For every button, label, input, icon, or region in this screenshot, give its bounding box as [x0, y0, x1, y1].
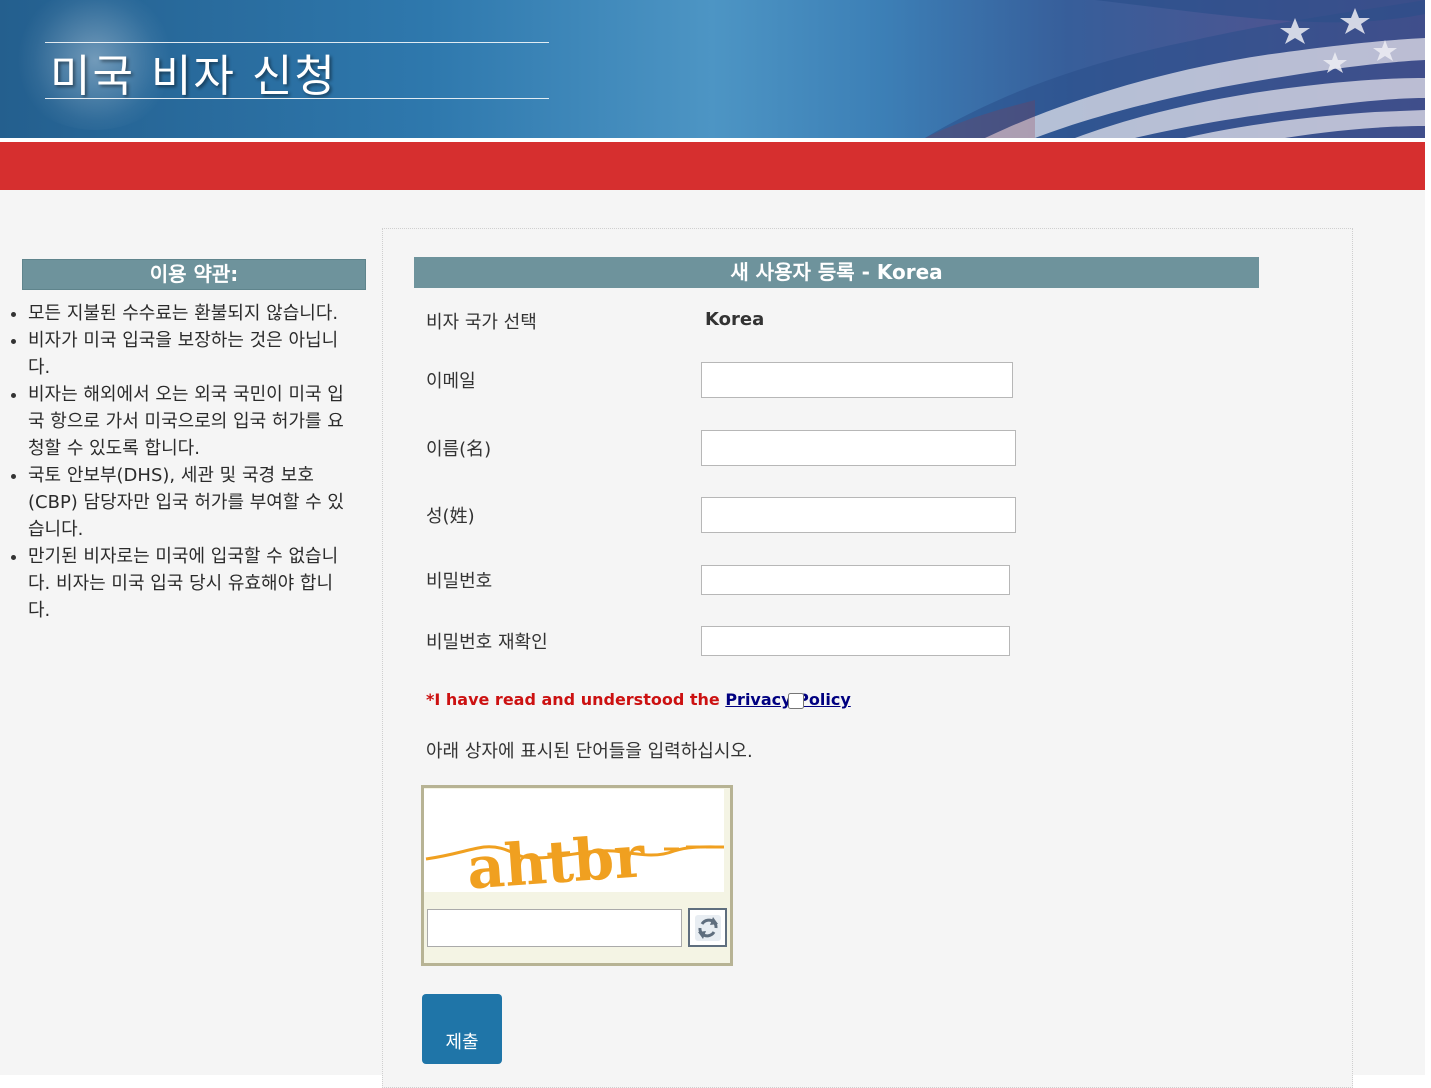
last-name-label: 성(姓): [426, 506, 475, 527]
last-name-field[interactable]: [701, 497, 1016, 533]
terms-item: 비자가 미국 입국을 보장하는 것은 아닙니다.: [28, 327, 350, 381]
password-confirm-field[interactable]: [701, 626, 1010, 656]
registration-heading: 새 사용자 등록 - Korea: [414, 257, 1259, 288]
captcha-image: ahtbr: [424, 789, 724, 892]
captcha-instruction: 아래 상자에 표시된 단어들을 입력하십시오.: [426, 741, 753, 762]
terms-item: 만기된 비자로는 미국에 입국할 수 없습니다. 비자는 미국 입국 당시 유효…: [28, 543, 350, 624]
captcha-input[interactable]: [427, 909, 682, 947]
page-title: 미국 비자 신청: [50, 51, 337, 102]
password-field[interactable]: [701, 565, 1010, 595]
email-field[interactable]: [701, 362, 1013, 398]
captcha-text: ahtbr: [465, 822, 648, 892]
country-value: Korea: [705, 309, 765, 330]
flag-image: [865, 0, 1425, 138]
email-label: 이메일: [426, 371, 476, 392]
submit-button[interactable]: 제출: [422, 994, 502, 1064]
title-bottom-rule: [45, 98, 549, 99]
terms-item: 모든 지불된 수수료는 환불되지 않습니다.: [28, 300, 350, 327]
privacy-checkbox[interactable]: [788, 693, 804, 709]
terms-heading: 이용 약관:: [22, 259, 366, 290]
terms-item: 비자는 해외에서 오는 외국 국민이 미국 입국 항으로 가서 미국으로의 입국…: [28, 381, 350, 462]
header-banner: 미국 비자 신청: [0, 0, 1425, 138]
refresh-icon: [694, 914, 721, 941]
page: 미국 비자 신청 이용 약관: 모든 지불된 수수료는 환불되지 않습니다. 비…: [0, 0, 1425, 1088]
privacy-prefix: *I have read and understood the: [426, 690, 726, 709]
first-name-label: 이름(名): [426, 439, 492, 460]
terms-list: 모든 지불된 수수료는 환불되지 않습니다. 비자가 미국 입국을 보장하는 것…: [0, 300, 350, 624]
password-confirm-label: 비밀번호 재확인: [426, 632, 548, 653]
password-label: 비밀번호: [426, 571, 493, 592]
terms-item: 국토 안보부(DHS), 세관 및 국경 보호(CBP) 담당자만 입국 허가를…: [28, 462, 350, 543]
first-name-field[interactable]: [701, 430, 1016, 466]
country-label: 비자 국가 선택: [426, 312, 537, 333]
red-banner-bar: [0, 142, 1425, 190]
captcha-refresh-button[interactable]: [688, 908, 727, 947]
